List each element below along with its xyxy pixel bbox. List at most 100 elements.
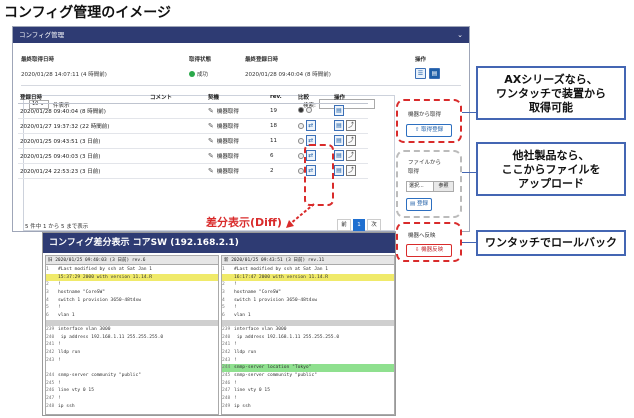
line-text: ! xyxy=(234,396,237,401)
edit-comment-icon[interactable]: ✎ xyxy=(208,167,214,175)
edit-comment-icon[interactable]: ✎ xyxy=(208,122,214,130)
row-trigger-cell: ✎ 機器取得 xyxy=(206,118,268,134)
diff-compare-icon[interactable]: ⇄ xyxy=(305,120,316,131)
diff-line: 248! xyxy=(222,395,394,403)
line-number: 245 xyxy=(46,380,55,386)
line-number: 239 xyxy=(46,326,55,332)
diff-line: 1 #Last modified by ssh at Sat Jan 1 xyxy=(46,266,218,274)
compare-radio-old[interactable] xyxy=(298,122,304,129)
view-config-icon[interactable]: ▤ xyxy=(334,120,344,131)
last-fetch-header: 最終取得日時 xyxy=(21,57,55,63)
line-number: 240 xyxy=(222,334,231,340)
line-text: line vty 0 15 xyxy=(234,388,270,394)
row-rev: 19 xyxy=(268,103,296,119)
compare-radio-old[interactable] xyxy=(298,107,304,114)
row-trigger-cell: ✎ 機器取得 xyxy=(206,103,268,119)
list-view-button[interactable]: ☰ xyxy=(415,68,426,79)
callout-connector xyxy=(462,242,476,243)
diff-line: 5! xyxy=(222,304,394,312)
diff-line: 15:37:29 2000 with version 11.14.R xyxy=(46,273,218,282)
line-number: 242 xyxy=(46,349,55,355)
diff-line: 243! xyxy=(222,357,394,365)
line-text: switch 1 provision 3650-48t4xw xyxy=(58,297,141,303)
fetch-status-value: 成功 xyxy=(197,72,209,78)
row-comment xyxy=(148,163,206,179)
row-comment xyxy=(148,103,206,119)
browse-button[interactable]: 参照 xyxy=(433,182,453,191)
rollback-icon[interactable]: ⤴ xyxy=(346,150,356,161)
view-config-icon[interactable]: ▤ xyxy=(334,105,344,116)
row-actions: ▤ ⤴ xyxy=(332,148,368,164)
line-text: hostname "CoreSW" xyxy=(58,290,106,296)
page-title: コンフィグ管理のイメージ xyxy=(4,5,172,21)
line-number: 2 xyxy=(222,282,225,288)
upload-label-1: ファイルから xyxy=(408,160,442,166)
last-fetch-value: 2020/01/28 14:07:11 (4 時間前) xyxy=(21,72,107,78)
row-trigger: 機器取得 xyxy=(216,108,239,115)
line-number: 6 xyxy=(222,313,225,319)
diff-new-lines: 1 #Last modified by ssh at Sat Jan 1 16:17… xyxy=(222,266,394,410)
ax-callout: AXシリーズなら、 ワンタッチで装置から 取得可能 xyxy=(476,66,626,120)
row-date: 2020/01/25 09:40:03 (3 日前) xyxy=(18,148,148,164)
rollback-icon[interactable]: ⤴ xyxy=(346,120,356,131)
row-date: 2020/01/27 19:37:32 (22 時間前) xyxy=(18,118,148,134)
line-text: ! xyxy=(234,282,237,288)
diff-line: 246! xyxy=(222,380,394,388)
success-check-icon xyxy=(189,71,195,77)
line-text: #Last modified by ssh at Sat Jan 1 xyxy=(58,267,153,272)
line-number: 241 xyxy=(222,342,231,348)
rollback-icon[interactable]: ⤴ xyxy=(346,165,356,176)
collapse-chevron-icon[interactable]: ⌄ xyxy=(457,27,463,43)
view-config-icon[interactable]: ▤ xyxy=(334,165,344,176)
col-register-date: 登録日時 xyxy=(18,92,148,104)
upload-register-button[interactable]: ▤ 登録 xyxy=(406,198,432,211)
row-comment xyxy=(148,118,206,134)
apply-to-device-button[interactable]: ⇩ 機器反映 xyxy=(406,244,452,257)
diff-window: コンフィグ差分表示 コアSW (192.168.2.1) 旧 2020/01/2… xyxy=(42,232,396,416)
view-config-icon[interactable]: ▤ xyxy=(334,150,344,161)
panel-title: コンフィグ管理 xyxy=(19,31,65,39)
row-trigger-cell: ✎ 機器取得 xyxy=(206,148,268,164)
line-text: ip ssh xyxy=(58,403,75,409)
callout-connector xyxy=(462,112,476,113)
rollback-label: 機器へ反映 xyxy=(408,233,436,239)
line-text: ! xyxy=(58,357,61,363)
rollback-callout: ワンタッチでロールバック xyxy=(476,230,626,256)
diff-line: 244 snmp-server community "public" xyxy=(46,372,218,380)
divider xyxy=(21,85,461,86)
edit-comment-icon[interactable]: ✎ xyxy=(208,152,214,160)
diff-line: 244 snmp-server location "Tokyo" xyxy=(222,364,394,372)
line-text: ! xyxy=(58,342,61,348)
document-icon: ▤ xyxy=(410,201,416,207)
rollback-icon[interactable]: ⤴ xyxy=(346,135,356,146)
line-number: 248 xyxy=(46,403,55,409)
line-number: 239 xyxy=(222,326,231,332)
diff-highlight xyxy=(304,144,334,206)
upload-label-2: 取得 xyxy=(408,169,420,175)
diff-line: 241! xyxy=(46,341,218,349)
line-text: ip address 192.168.1.11 255.255.255.0 xyxy=(58,334,164,340)
row-actions: ▤ ⤴ xyxy=(332,133,368,149)
fetch-register-button[interactable]: ⇧ 取得登録 xyxy=(406,124,452,137)
edit-comment-icon[interactable]: ✎ xyxy=(208,137,214,145)
pager-page-1[interactable]: 1 xyxy=(353,219,365,231)
last-register-value: 2020/01/28 09:40:04 (8 時間前) xyxy=(245,72,331,78)
line-text: ! xyxy=(58,305,61,311)
callout-connector xyxy=(462,172,476,173)
edit-comment-icon[interactable]: ✎ xyxy=(208,107,214,115)
diff-line: 243! xyxy=(46,357,218,365)
row-trigger: 機器取得 xyxy=(216,153,239,160)
diff-window-title: コンフィグ差分表示 コアSW (192.168.2.1) xyxy=(43,233,395,253)
compare-radio-new[interactable] xyxy=(305,107,312,114)
compare-radio-old[interactable] xyxy=(298,137,304,144)
document-view-button[interactable]: ▤ xyxy=(429,68,440,79)
pager-next[interactable]: 次 xyxy=(367,219,381,231)
diff-new-column: 新 2020/01/25 09:43:51 (3 日前) rev.11 1 #La… xyxy=(221,255,395,415)
line-text: vlan 1 xyxy=(234,313,251,319)
file-select-input[interactable]: 選択... 参照 xyxy=(406,181,454,192)
view-config-icon[interactable]: ▤ xyxy=(334,135,344,146)
line-number: 246 xyxy=(46,388,55,394)
diff-line: 241! xyxy=(222,341,394,349)
pager-prev[interactable]: 前 xyxy=(337,219,351,231)
upload-icon: ⇧ xyxy=(414,127,420,133)
